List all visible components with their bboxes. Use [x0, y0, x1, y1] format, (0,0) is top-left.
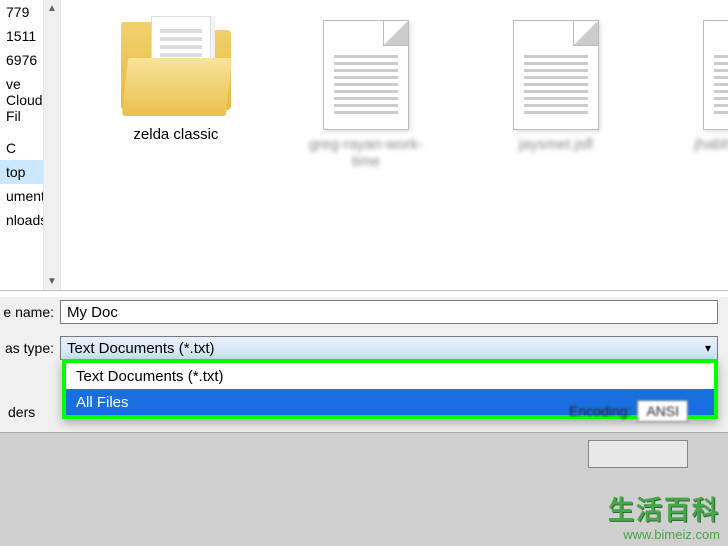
sidebar-scrollbar[interactable]: ▲ ▼ — [43, 0, 60, 290]
save-button[interactable] — [588, 440, 688, 468]
dropdown-item[interactable]: Text Documents (*.txt) — [66, 363, 714, 389]
filename-input[interactable] — [60, 300, 718, 324]
dropdown-item-label: All Files — [76, 394, 129, 411]
encoding-combo[interactable]: ANSI — [637, 400, 688, 422]
file-label: jaysmet.jsfl — [519, 136, 593, 153]
sidebar-nav: 779 1511 6976 ve Cloud Fil C top uments … — [0, 0, 61, 290]
file-label: jhabhai-ra-RTG — [694, 136, 728, 153]
file-label: zelda classic — [133, 126, 218, 143]
scroll-up-icon[interactable]: ▲ — [47, 0, 57, 17]
horizontal-divider — [0, 290, 728, 291]
folder-icon — [121, 20, 231, 120]
document-icon — [323, 20, 409, 130]
sidebar-item-label: ve Cloud Fil — [6, 76, 43, 124]
encoding-row: Encoding: ANSI — [569, 400, 688, 422]
file-list-area[interactable]: zelda classic greg-rayan-work-time jaysm… — [61, 0, 728, 290]
filename-label: e name: — [0, 304, 60, 320]
filetype-combo[interactable]: Text Documents (*.txt) ▾ — [60, 336, 718, 360]
watermark: 生活百科 www.bimeiz.com — [608, 490, 720, 542]
file-icons-row: zelda classic greg-rayan-work-time jaysm… — [91, 20, 728, 170]
file-item-doc[interactable]: jhabhai-ra-RTG — [681, 20, 728, 153]
sidebar-item-label: top — [6, 164, 25, 180]
filetype-value: Text Documents (*.txt) — [67, 340, 215, 357]
dropdown-item-label: Text Documents (*.txt) — [76, 368, 224, 385]
save-dialog-window: 779 1511 6976 ve Cloud Fil C top uments … — [0, 0, 728, 546]
watermark-url: www.bimeiz.com — [608, 527, 720, 542]
document-icon — [703, 20, 728, 130]
sidebar-item-label: C — [6, 140, 16, 156]
upper-pane: 779 1511 6976 ve Cloud Fil C top uments … — [0, 0, 728, 290]
folders-toggle[interactable]: ders — [0, 404, 35, 420]
filename-row: e name: — [0, 297, 728, 327]
filetype-label: as type: — [0, 340, 60, 356]
file-item-doc[interactable]: jaysmet.jsfl — [491, 20, 621, 153]
watermark-title: 生活百科 — [608, 490, 720, 527]
encoding-label: Encoding: — [569, 403, 631, 419]
chevron-down-icon: ▾ — [705, 341, 711, 355]
file-item-folder[interactable]: zelda classic — [111, 20, 241, 143]
sidebar-item-label: 6976 — [6, 52, 37, 68]
sidebar-item-label: 779 — [6, 4, 29, 20]
file-label: greg-rayan-work-time — [301, 136, 431, 170]
file-item-doc[interactable]: greg-rayan-work-time — [301, 20, 431, 170]
sidebar-item-label: 1511 — [6, 28, 36, 44]
scroll-down-icon[interactable]: ▼ — [47, 273, 57, 290]
document-icon — [513, 20, 599, 130]
sidebar-item-label: nloads — [6, 212, 47, 228]
